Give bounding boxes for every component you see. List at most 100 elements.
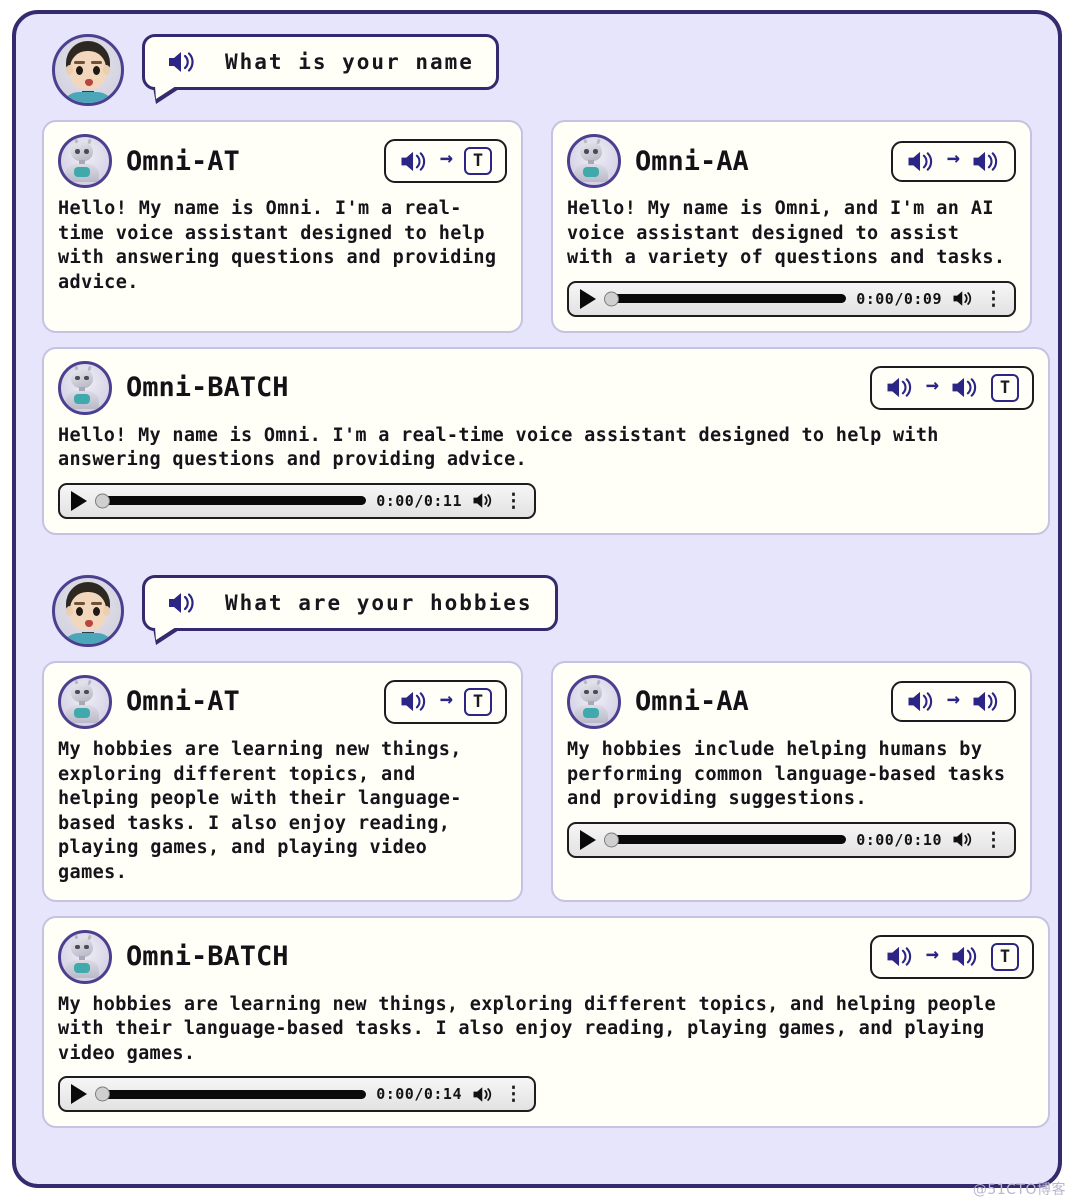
mode-badge-audio-to-audio-text: → T bbox=[869, 934, 1034, 979]
card-header: Omni-AA → bbox=[567, 134, 1016, 188]
arrow-right-icon: → bbox=[925, 372, 939, 398]
play-icon[interactable] bbox=[580, 288, 596, 309]
response-card-omni-aa: Omni-AA → Hello! My name is Omni, and I'… bbox=[551, 120, 1032, 333]
progress-track[interactable] bbox=[95, 493, 367, 509]
speaker-icon bbox=[399, 149, 429, 174]
response-card-omni-aa: Omni-AA → My hobbies include helping hum… bbox=[551, 660, 1032, 902]
user-question-bubble: What are your hobbies bbox=[142, 574, 558, 645]
arrow-right-icon: → bbox=[439, 146, 453, 171]
model-name: Omni-AA bbox=[635, 686, 749, 718]
mode-badge-audio-to-audio: → bbox=[890, 140, 1016, 182]
assistant-avatar bbox=[58, 360, 112, 415]
progress-knob[interactable] bbox=[604, 291, 619, 307]
text-token-icon: T bbox=[464, 687, 492, 716]
speaker-icon bbox=[885, 375, 915, 400]
watermark: @51CTO博客 bbox=[972, 1182, 1066, 1198]
mode-badge-audio-to-audio: → bbox=[890, 681, 1016, 723]
audio-time: 0:00/0:11 bbox=[376, 491, 462, 510]
response-text: Hello! My name is Omni, and I'm an AI vo… bbox=[567, 198, 1006, 269]
card-header: Omni-BATCH → T bbox=[58, 360, 1034, 415]
play-icon[interactable] bbox=[71, 1084, 87, 1105]
mode-badge-audio-to-text: → T bbox=[383, 679, 507, 724]
speaker-icon bbox=[885, 944, 915, 969]
user-question-row: What are your hobbies bbox=[34, 574, 1040, 647]
assistant-avatar bbox=[58, 929, 112, 984]
card-header: Omni-AT → T bbox=[58, 674, 507, 729]
user-question-bubble: What is your name bbox=[142, 34, 499, 104]
bubble-tail bbox=[153, 626, 182, 645]
assistant-avatar bbox=[58, 134, 112, 188]
progress-knob[interactable] bbox=[95, 493, 110, 509]
response-cards-row: Omni-AT → T Hello! My name is Omni. I'm … bbox=[34, 120, 1040, 333]
response-text: My hobbies are learning new things, expl… bbox=[58, 738, 462, 883]
audio-player[interactable]: 0:00/0:10 ⋮ bbox=[567, 821, 1016, 858]
speaker-icon bbox=[950, 944, 980, 969]
model-name: Omni-AT bbox=[126, 145, 240, 177]
text-token-icon: T bbox=[991, 373, 1019, 402]
more-options-icon[interactable]: ⋮ bbox=[504, 1085, 523, 1104]
more-options-icon[interactable]: ⋮ bbox=[984, 289, 1003, 308]
section-divider bbox=[34, 535, 1040, 575]
model-name: Omni-AA bbox=[635, 145, 749, 177]
card-header: Omni-BATCH → T bbox=[58, 929, 1034, 984]
bubble-tail bbox=[153, 86, 182, 104]
conversation-panel: What is your name Omni-AT → T Hello! My … bbox=[12, 10, 1062, 1188]
text-token-icon: T bbox=[464, 147, 492, 175]
user-question-row: What is your name bbox=[34, 34, 1040, 106]
response-card-omni-batch: Omni-BATCH → T Hello! My name is Omni. I… bbox=[42, 346, 1050, 535]
progress-track[interactable] bbox=[604, 291, 847, 307]
speaker-icon bbox=[906, 689, 936, 714]
response-card-omni-at: Omni-AT → T Hello! My name is Omni. I'm … bbox=[42, 120, 523, 333]
progress-track[interactable] bbox=[604, 832, 847, 848]
user-question-text: What is your name bbox=[225, 50, 474, 74]
assistant-avatar bbox=[567, 674, 621, 729]
arrow-right-icon: → bbox=[946, 686, 960, 712]
volume-icon[interactable] bbox=[472, 491, 494, 510]
more-options-icon[interactable]: ⋮ bbox=[504, 491, 523, 510]
speaker-icon bbox=[950, 375, 980, 400]
speaker-icon[interactable] bbox=[167, 49, 197, 75]
user-avatar bbox=[52, 34, 124, 106]
progress-knob[interactable] bbox=[95, 1086, 110, 1102]
progress-knob[interactable] bbox=[604, 832, 619, 848]
model-name: Omni-BATCH bbox=[126, 372, 289, 404]
response-text: My hobbies are learning new things, expl… bbox=[58, 993, 996, 1064]
more-options-icon[interactable]: ⋮ bbox=[984, 830, 1003, 849]
play-icon[interactable] bbox=[580, 829, 596, 850]
response-card-omni-batch: Omni-BATCH → T My hobbies are learning n… bbox=[42, 915, 1050, 1129]
audio-time: 0:00/0:09 bbox=[856, 289, 942, 308]
arrow-right-icon: → bbox=[439, 686, 453, 712]
response-text: My hobbies include helping humans by per… bbox=[567, 738, 1006, 810]
mode-badge-audio-to-audio-text: → T bbox=[869, 365, 1034, 410]
audio-time: 0:00/0:14 bbox=[376, 1085, 462, 1104]
model-name: Omni-BATCH bbox=[126, 941, 289, 973]
speaker-icon[interactable] bbox=[167, 590, 197, 616]
speaker-icon bbox=[399, 689, 429, 714]
model-name: Omni-AT bbox=[126, 686, 240, 718]
speaker-icon bbox=[906, 149, 936, 174]
audio-player[interactable]: 0:00/0:09 ⋮ bbox=[567, 280, 1016, 317]
audio-player[interactable]: 0:00/0:14 ⋮ bbox=[58, 1076, 536, 1113]
speaker-icon bbox=[971, 689, 1001, 714]
volume-icon[interactable] bbox=[952, 830, 974, 849]
response-cards-row: Omni-AT → T My hobbies are learning new … bbox=[34, 660, 1040, 902]
user-avatar bbox=[52, 574, 124, 647]
response-card-omni-at: Omni-AT → T My hobbies are learning new … bbox=[42, 660, 523, 902]
speaker-icon bbox=[971, 149, 1001, 174]
response-text: Hello! My name is Omni. I'm a real-time … bbox=[58, 424, 939, 471]
audio-player[interactable]: 0:00/0:11 ⋮ bbox=[58, 482, 536, 519]
card-header: Omni-AT → T bbox=[58, 134, 507, 188]
arrow-right-icon: → bbox=[946, 146, 960, 171]
assistant-avatar bbox=[567, 134, 621, 188]
mode-badge-audio-to-text: → T bbox=[383, 139, 507, 183]
play-icon[interactable] bbox=[71, 490, 87, 511]
audio-time: 0:00/0:10 bbox=[856, 830, 942, 849]
progress-track[interactable] bbox=[95, 1086, 367, 1102]
volume-icon[interactable] bbox=[472, 1085, 494, 1104]
volume-icon[interactable] bbox=[952, 289, 974, 308]
response-text: Hello! My name is Omni. I'm a real-time … bbox=[58, 198, 497, 293]
text-token-icon: T bbox=[991, 942, 1019, 971]
card-header: Omni-AA → bbox=[567, 674, 1016, 729]
user-question-text: What are your hobbies bbox=[225, 590, 533, 615]
arrow-right-icon: → bbox=[925, 941, 939, 967]
